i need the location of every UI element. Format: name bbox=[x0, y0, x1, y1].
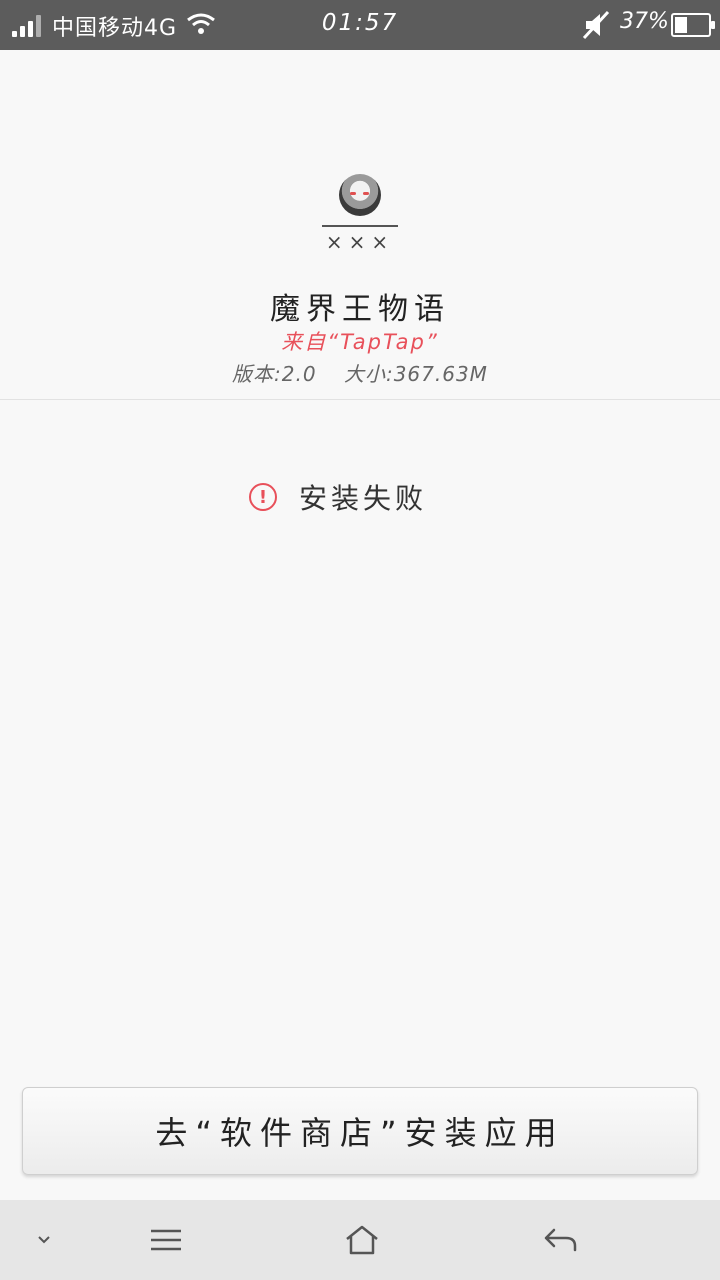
menu-icon[interactable] bbox=[146, 1220, 186, 1260]
app-avatar bbox=[339, 174, 381, 216]
app-source: 来自“TapTap” bbox=[281, 330, 439, 354]
app-meta: 版本:2.0 大小:367.63M bbox=[0, 358, 720, 387]
install-from-store-button[interactable]: 去“软件商店”安装应用 bbox=[22, 1087, 698, 1175]
back-icon[interactable] bbox=[540, 1220, 580, 1260]
app-info-header: ××× 魔界王物语 来自“TapTap” 版本:2.0 大小:367.63M bbox=[0, 50, 720, 400]
app-version: 版本:2.0 bbox=[232, 362, 317, 386]
app-name: 魔界王物语 bbox=[270, 292, 450, 327]
exclamation-circle-icon: ! bbox=[249, 483, 277, 511]
battery-percent: 37% bbox=[620, 9, 669, 34]
mute-icon bbox=[582, 10, 610, 40]
install-result: ! 安装失败 bbox=[249, 480, 428, 515]
avatar-divider bbox=[322, 225, 398, 227]
app-size: 大小:367.63M bbox=[343, 362, 488, 386]
install-failed-message: 安装失败 bbox=[299, 482, 428, 515]
status-bar: 中国移动4G 01:57 37% bbox=[0, 0, 720, 50]
chevron-down-icon[interactable] bbox=[28, 1220, 60, 1260]
home-icon[interactable] bbox=[342, 1220, 382, 1260]
battery-icon bbox=[671, 13, 715, 37]
navigation-bar bbox=[0, 1200, 720, 1280]
avatar-caption: ××× bbox=[325, 230, 395, 254]
status-time: 01:57 bbox=[321, 10, 399, 36]
